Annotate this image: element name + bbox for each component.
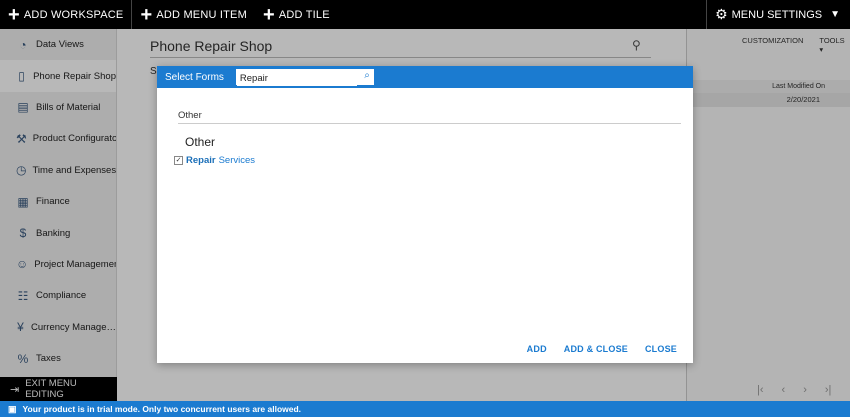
add-workspace-label: ADD WORKSPACE xyxy=(23,8,124,21)
plus-icon: + xyxy=(140,3,153,26)
group-title: Other xyxy=(185,135,216,149)
search-box: ⌕ xyxy=(235,69,374,86)
status-message: Your product is in trial mode. Only two … xyxy=(22,404,302,414)
add-menu-item-button[interactable]: + ADD MENU ITEM xyxy=(132,0,255,29)
plus-icon: + xyxy=(8,3,20,26)
dialog-title: Select Forms xyxy=(165,71,224,83)
chevron-down-icon: ▼ xyxy=(830,9,840,20)
search-input[interactable] xyxy=(236,71,357,86)
dialog-footer: ADD ADD & CLOSE CLOSE xyxy=(527,344,677,354)
form-item-repair-services[interactable]: ✓ Repair Services xyxy=(174,155,255,166)
add-tile-label: ADD TILE xyxy=(278,8,330,21)
dialog-body: Other Other ✓ Repair Services ADD ADD & … xyxy=(157,88,693,363)
trial-status-bar: ▣ Your product is in trial mode. Only tw… xyxy=(0,401,850,417)
add-tile-button[interactable]: + ADD TILE xyxy=(255,0,338,29)
item-rest-text: Services xyxy=(218,155,256,166)
add-button[interactable]: ADD xyxy=(527,344,547,354)
close-button[interactable]: CLOSE xyxy=(645,344,677,354)
dialog-header: Select Forms ⌕ xyxy=(157,66,693,88)
add-and-close-button[interactable]: ADD & CLOSE xyxy=(564,344,628,354)
section-divider xyxy=(178,123,681,124)
menu-settings-button[interactable]: ⚙ MENU SETTINGS ▼ xyxy=(706,0,850,29)
select-forms-dialog: Select Forms ⌕ Other Other ✓ Repair Serv… xyxy=(157,66,693,363)
checkbox[interactable]: ✓ xyxy=(174,156,183,165)
top-toolbar: + ADD WORKSPACE + ADD MENU ITEM + ADD TI… xyxy=(0,0,850,29)
menu-settings-label: MENU SETTINGS xyxy=(731,8,823,21)
add-menu-item-label: ADD MENU ITEM xyxy=(156,8,247,21)
add-workspace-button[interactable]: + ADD WORKSPACE xyxy=(0,0,131,29)
section-label: Other xyxy=(178,110,202,121)
search-icon[interactable]: ⌕ xyxy=(364,70,370,81)
gear-icon: ⚙ xyxy=(715,6,728,22)
plus-icon: + xyxy=(262,3,275,26)
info-icon: ▣ xyxy=(8,403,17,414)
item-match-text: Repair xyxy=(186,155,216,166)
